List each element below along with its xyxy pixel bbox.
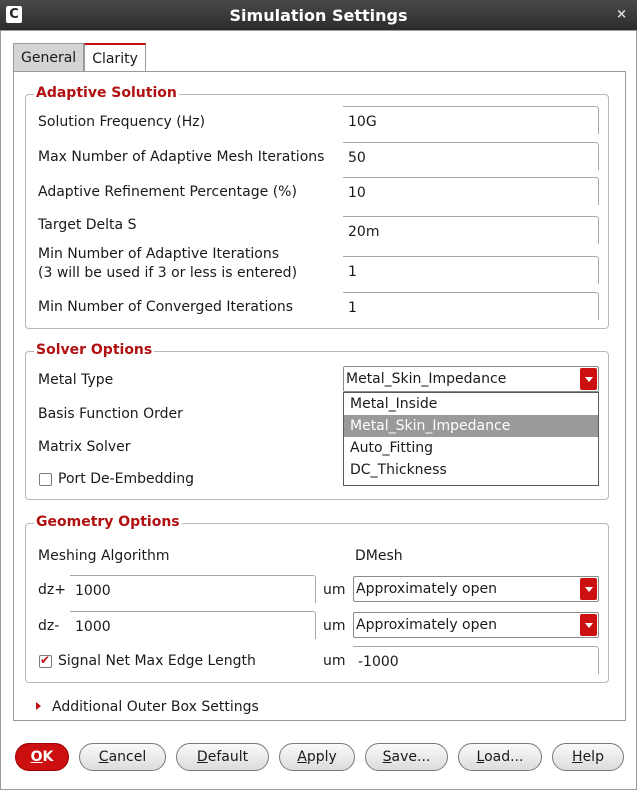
apply-button[interactable]: Apply — [279, 743, 355, 771]
target-delta-s-input[interactable]: 20m — [343, 216, 599, 244]
meshing-algorithm-label: Meshing Algorithm — [38, 548, 170, 564]
signal-net-max-edge-checkbox[interactable] — [39, 653, 52, 668]
help-button[interactable]: Help — [552, 743, 624, 771]
min-converged-iterations-label: Min Number of Converged Iterations — [38, 299, 294, 315]
cancel-button[interactable]: Cancel — [79, 743, 166, 771]
dz-plus-mode-value: Approximately open — [356, 581, 497, 597]
min-adaptive-iterations-input[interactable]: 1 — [343, 256, 599, 284]
dz-plus-unit: um — [323, 582, 346, 598]
dz-minus-mode-value: Approximately open — [356, 617, 497, 633]
dropdown-option[interactable]: DC_Thickness — [344, 459, 598, 481]
additional-outer-box-toggle[interactable]: Additional Outer Box Settings — [52, 699, 259, 715]
port-de-embedding-label: Port De-Embedding — [58, 471, 195, 487]
tab-bar: General Clarity — [13, 43, 146, 72]
min-adaptive-iterations-hint: (3 will be used if 3 or less is entered) — [38, 265, 298, 281]
solution-frequency-label: Solution Frequency (Hz) — [38, 114, 206, 130]
tab-general[interactable]: General — [13, 43, 85, 71]
chevron-down-icon[interactable] — [580, 368, 597, 390]
adaptive-solution-legend: Adaptive Solution — [34, 85, 179, 101]
refinement-percentage-input[interactable]: 10 — [343, 177, 599, 205]
ok-button[interactable]: OK — [15, 743, 69, 771]
signal-net-max-edge-label: Signal Net Max Edge Length — [58, 653, 256, 669]
dz-plus-label: dz+ — [38, 582, 66, 598]
port-de-embedding-checkbox[interactable] — [39, 473, 52, 486]
chevron-down-icon[interactable] — [580, 614, 597, 636]
max-adaptive-iterations-input[interactable]: 50 — [343, 142, 599, 170]
metal-type-value: Metal_Skin_Impedance — [346, 371, 507, 387]
chevron-down-icon[interactable] — [580, 578, 597, 600]
metal-type-label: Metal Type — [38, 372, 114, 388]
signal-net-unit: um — [323, 653, 346, 669]
dropdown-option-selected[interactable]: Metal_Skin_Impedance — [344, 415, 598, 437]
default-button[interactable]: Default — [176, 743, 269, 771]
close-icon[interactable]: × — [616, 7, 627, 22]
refinement-percentage-label: Adaptive Refinement Percentage (%) — [38, 184, 297, 200]
max-adaptive-iterations-label: Max Number of Adaptive Mesh Iterations — [38, 149, 325, 165]
signal-net-max-edge-input[interactable]: -1000 — [353, 646, 599, 674]
dz-plus-mode-select[interactable]: Approximately open — [353, 576, 599, 602]
meshing-algorithm-value: DMesh — [355, 548, 403, 564]
dz-minus-mode-select[interactable]: Approximately open — [353, 612, 599, 638]
min-adaptive-iterations-label: Min Number of Adaptive Iterations — [38, 246, 280, 262]
dropdown-option[interactable]: Metal_Inside — [344, 393, 598, 415]
load-button[interactable]: Load... — [458, 743, 542, 771]
dz-minus-input[interactable]: 1000 — [70, 611, 316, 639]
basis-function-order-label: Basis Function Order — [38, 406, 183, 422]
metal-type-dropdown: Metal_Inside Metal_Skin_Impedance Auto_F… — [343, 392, 599, 486]
solver-options-legend: Solver Options — [34, 342, 155, 358]
solution-frequency-input[interactable]: 10G — [343, 106, 599, 134]
matrix-solver-label: Matrix Solver — [38, 439, 131, 455]
window-title: Simulation Settings — [229, 6, 408, 25]
geometry-options-legend: Geometry Options — [34, 514, 182, 530]
tab-clarity[interactable]: Clarity — [84, 43, 146, 72]
title-bar: C Simulation Settings × — [0, 0, 637, 30]
target-delta-s-label: Target Delta S — [38, 217, 137, 233]
dropdown-option[interactable]: Auto_Fitting — [344, 437, 598, 459]
expand-arrow-icon[interactable] — [36, 702, 41, 710]
dz-minus-unit: um — [323, 618, 346, 634]
dz-minus-label: dz- — [38, 618, 60, 634]
dz-plus-input[interactable]: 1000 — [70, 575, 316, 603]
min-converged-iterations-input[interactable]: 1 — [343, 292, 599, 320]
metal-type-select[interactable]: Metal_Skin_Impedance — [343, 366, 599, 392]
save-button[interactable]: Save... — [365, 743, 448, 771]
